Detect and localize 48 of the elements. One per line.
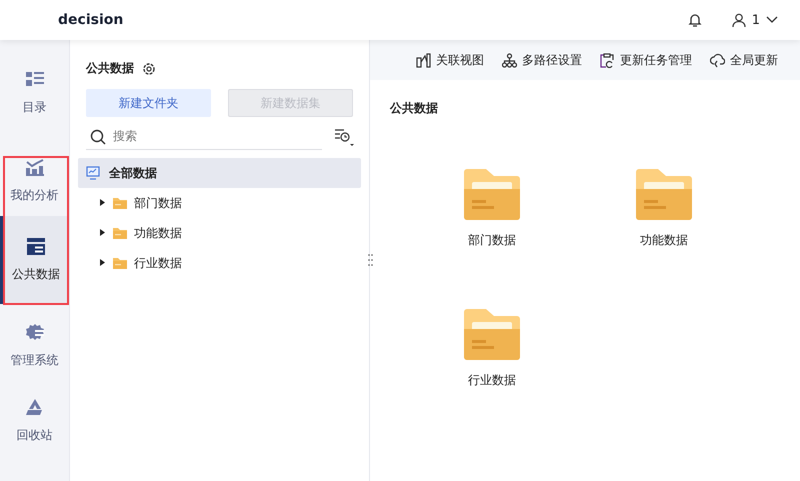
database-icon [27, 238, 45, 254]
content-title: 公共数据 [390, 100, 439, 117]
nav-item[interactable]: 管理系统 [0, 316, 69, 376]
triangle-icon [26, 398, 44, 416]
chart-icon [26, 158, 44, 176]
new-folder-button[interactable]: 新建文件夹 [86, 89, 211, 117]
caret-right-icon[interactable] [98, 229, 106, 237]
nav-item[interactable]: 回收站 [0, 386, 69, 456]
tree-item[interactable]: 全部数据 [78, 158, 361, 188]
folder-icon [464, 309, 520, 360]
monitor-chart-icon [86, 166, 100, 180]
bell-icon[interactable] [688, 13, 702, 27]
list-icon [26, 70, 44, 88]
folder-icon [113, 197, 127, 209]
user-icon [732, 12, 746, 28]
nav-item[interactable]: 目录 [0, 66, 69, 120]
folder-icon [113, 227, 127, 239]
clipboard-icon [600, 52, 615, 68]
caret-right-icon[interactable] [98, 259, 106, 267]
toolbar-button[interactable]: 关联视图 [416, 52, 484, 68]
chart-icon [416, 52, 431, 68]
nav-item[interactable]: 公共数据 [0, 216, 69, 304]
folder-icon [464, 169, 520, 220]
toolbar-button[interactable]: 更新任务管理 [600, 52, 692, 68]
panel-title: 公共数据 [86, 60, 134, 77]
resize-handle-icon[interactable] [368, 254, 373, 266]
folder-item[interactable]: 功能数据 [578, 169, 750, 249]
hierarchy-icon [502, 52, 517, 68]
folder-icon [113, 257, 127, 269]
tree-item[interactable]: 行业数据 [78, 248, 361, 278]
chevron-down-icon [766, 16, 778, 24]
app-title: decision [58, 12, 124, 28]
toolbar-button[interactable]: 多路径设置 [502, 52, 582, 68]
settings-icon[interactable] [142, 62, 156, 76]
cloud-icon [710, 52, 725, 68]
gear-icon [26, 324, 44, 340]
tree-item[interactable]: 部门数据 [78, 188, 361, 218]
search-field[interactable]: 搜索 [86, 123, 322, 150]
folder-icon [636, 169, 692, 220]
tree-item[interactable]: 功能数据 [78, 218, 361, 248]
user-menu[interactable]: 1 [732, 12, 778, 28]
filter-history-icon[interactable] [334, 128, 354, 146]
caret-right-icon[interactable] [98, 199, 106, 207]
folder-item[interactable]: 行业数据 [406, 309, 578, 389]
folder-item[interactable]: 部门数据 [406, 169, 578, 249]
toolbar-button[interactable]: 全局更新 [710, 52, 778, 68]
nav-item[interactable]: 我的分析 [0, 146, 69, 216]
search-icon [90, 129, 106, 145]
